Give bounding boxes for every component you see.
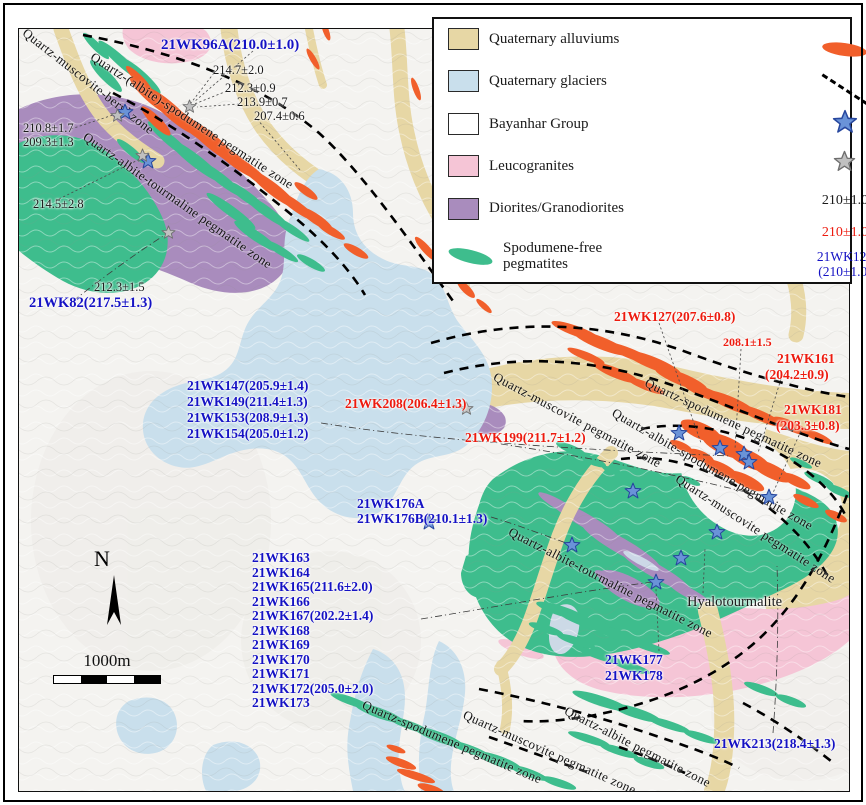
leucogranites-swatch — [448, 155, 479, 177]
quaternary-alluviums-swatch — [448, 28, 479, 50]
legend-left-column: Quaternary alluviums Quaternary glaciers B… — [434, 19, 624, 282]
map-label: 21WK199(211.7±1.2) — [465, 431, 586, 445]
scale-bar-segments — [53, 675, 161, 684]
sampling-location-star — [672, 549, 690, 567]
spodumene-rich-pegmatites-swatch — [822, 40, 866, 59]
scale-bar: 1000m — [53, 651, 161, 684]
gray-star-icon — [833, 150, 856, 173]
legend-item-spodumene-free-pegmatites: Spodumene-free pegmatites — [448, 240, 624, 273]
map-label: 21WK177 — [605, 653, 663, 667]
map-label: 21WK147(205.9±1.4) — [187, 379, 308, 393]
map-label: 208.1±1.5 — [723, 336, 772, 348]
reference-sampling-star — [135, 148, 150, 163]
map-label: 21WK173 — [252, 696, 310, 710]
spodumene-free-pegmatites-swatch — [447, 245, 494, 269]
map-label: 21WK163 — [252, 551, 310, 565]
legend-label: Quaternary glaciers — [489, 73, 607, 90]
legend-panel: Quaternary alluviums Quaternary glaciers B… — [432, 17, 852, 284]
legend-label: Quaternary alluviums — [489, 31, 619, 48]
sampling-location-star — [670, 424, 688, 442]
map-label: (203.3±0.8) — [776, 419, 840, 433]
legend-item-bayanhar-group: Bayanhar Group — [448, 113, 624, 135]
legend-item-ages-of-deposits: 210±1.0Ages of deposits (Ma) — [624, 217, 866, 249]
map-label: 214.5±2.8 — [33, 198, 84, 211]
map-label: 207.4±0.6 — [254, 110, 305, 123]
map-label: 210.8±1.7 — [23, 122, 74, 135]
blue-star-icon — [832, 109, 858, 135]
legend-label: Leucogranites — [489, 158, 574, 175]
legend-item-sampling-location-references: Sampling location in references — [624, 138, 866, 186]
legend-item-quaternary-alluviums: Quaternary alluviums — [448, 28, 624, 50]
sampling-location-star — [624, 482, 642, 500]
map-label: 212.3±1.5 — [94, 281, 145, 294]
map-label: Hyalotourmalite — [687, 595, 782, 610]
map-label: 21WK164 — [252, 566, 310, 580]
north-label: N — [94, 546, 110, 572]
map-label: (204.2±0.9) — [765, 368, 829, 382]
legend-item-quaternary-glaciers: Quaternary glaciers — [448, 70, 624, 92]
map-label: 21WK181 — [784, 403, 842, 417]
map-label: 21WK176B(210.1±1.3) — [357, 512, 487, 526]
map-label: 21WK171 — [252, 667, 310, 681]
map-label: 212.3±0.9 — [225, 82, 276, 95]
bayanhar-group-swatch — [448, 113, 479, 135]
dashed-line-icon — [822, 74, 866, 106]
legend-right-column: Spodumene-rich pegmatitesPegmatite belt … — [624, 19, 866, 282]
map-label: 21WK169 — [252, 638, 310, 652]
scale-label: 1000m — [53, 651, 161, 671]
samples-ages-key: 21WK127(210±1.0) — [817, 250, 866, 280]
map-label: 21WK96A(210.0±1.0) — [161, 38, 299, 54]
sampling-location-star — [708, 523, 726, 541]
map-label: 21WK166 — [252, 595, 310, 609]
map-label: 21WK172(205.0±2.0) — [252, 682, 373, 696]
legend-label: Bayanhar Group — [489, 116, 589, 133]
map-label: 21WK176A — [357, 497, 425, 511]
sampling-location-star — [760, 488, 778, 506]
legend-item-leucogranites: Leucogranites — [448, 155, 624, 177]
map-label: 21WK168 — [252, 624, 310, 638]
map-label: 21WK154(205.0±1.2) — [187, 427, 308, 441]
legend-item-ages-in-references: 210±1.0Ages in references(Ma) — [624, 185, 866, 217]
diorites-granodiorites-swatch — [448, 198, 479, 220]
reference-sampling-star — [182, 99, 197, 114]
map-label: 21WK153(208.9±1.3) — [187, 411, 308, 425]
legend-item-spodumene-rich-pegmatites: Spodumene-rich pegmatites — [624, 26, 866, 74]
reference-sampling-star — [161, 225, 176, 240]
map-label: 214.7±2.0 — [213, 64, 264, 77]
ages-of-deposits-key: 210±1.0 — [822, 225, 866, 241]
sampling-location-star — [740, 453, 758, 471]
map-label: 213.9±0.7 — [237, 96, 288, 109]
map-label: 21WK149(211.4±1.3) — [187, 395, 308, 409]
quaternary-glaciers-swatch — [448, 70, 479, 92]
map-label: 21WK82(217.5±1.3) — [29, 296, 152, 311]
map-label: 209.3±1.3 — [23, 136, 74, 149]
map-label: 21WK178 — [605, 669, 663, 683]
legend-item-diorites-granodiorites: Diorites/Granodiorites — [448, 198, 624, 220]
map-label: 21WK213(218.4±1.3) — [714, 737, 835, 751]
map-label: 21WK127(207.6±0.8) — [614, 310, 735, 324]
sampling-location-star — [563, 536, 581, 554]
legend-item-sampling-location: Sampling location — [624, 106, 866, 138]
reference-sampling-star — [110, 108, 125, 123]
sampling-location-star — [647, 573, 665, 591]
legend-item-samples-ages: 21WK127(210±1.0)Samples ages (Ma) — [624, 249, 866, 281]
sampling-location-star — [711, 439, 729, 457]
map-label: 21WK165(211.6±2.0) — [252, 580, 373, 594]
map-label: 21WK170 — [252, 653, 310, 667]
map-label: 21WK161 — [777, 352, 835, 366]
legend-label: Diorites/Granodiorites — [489, 200, 624, 217]
map-label: 21WK208(206.4±1.3) — [345, 397, 466, 411]
map-label: 21WK167(202.2±1.4) — [252, 609, 373, 623]
ages-in-references-key: 210±1.0 — [822, 193, 866, 209]
legend-item-pegmatite-belt-boundary: Pegmatite belt boundary — [624, 74, 866, 106]
legend-label: Spodumene-free pegmatites — [503, 240, 624, 273]
